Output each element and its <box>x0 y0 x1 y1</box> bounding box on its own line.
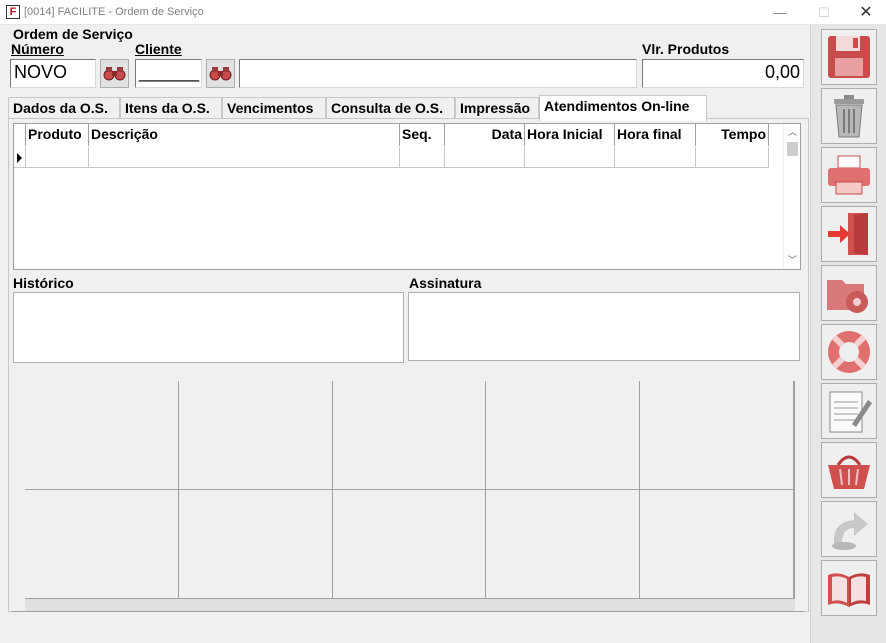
details-grid-footer <box>25 599 795 611</box>
delete-button[interactable] <box>821 88 877 144</box>
current-row-arrow-icon <box>17 153 22 163</box>
table-row[interactable] <box>14 147 769 168</box>
grid-cell <box>640 490 794 599</box>
tab-impressao[interactable]: Impressão <box>455 97 539 119</box>
column-header-seq[interactable]: Seq. <box>400 124 445 146</box>
tab-atendimentos-online[interactable]: Atendimentos On-line <box>539 95 707 121</box>
grid-cell <box>332 490 487 599</box>
row-selector-header <box>14 124 26 146</box>
notes-button[interactable] <box>821 383 877 439</box>
historico-label: Histórico <box>13 275 74 291</box>
open-book-icon <box>828 573 870 607</box>
assinatura-label: Assinatura <box>409 275 482 291</box>
numero-field[interactable]: NOVO <box>10 59 96 88</box>
cell-hora-inicial[interactable] <box>525 147 615 168</box>
right-toolbar <box>810 25 886 643</box>
section-title: Ordem de Serviço <box>13 26 133 42</box>
notepad-pencil-icon <box>829 391 872 433</box>
printer-icon <box>828 155 870 195</box>
grid-cell <box>25 381 179 490</box>
historico-textarea[interactable] <box>13 292 404 363</box>
settings-button[interactable] <box>821 265 877 321</box>
tab-consulta-os[interactable]: Consulta de O.S. <box>326 97 455 119</box>
refresh-arrow-icon <box>832 512 868 550</box>
save-button[interactable] <box>821 29 877 85</box>
cliente-name-field[interactable] <box>239 59 637 88</box>
scroll-thumb[interactable] <box>787 142 798 156</box>
scroll-up-arrow-icon[interactable]: ︿ <box>784 124 801 141</box>
main-area: Ordem de Serviço Número NOVO Cliente ___… <box>0 25 810 643</box>
grid-vertical-scrollbar[interactable]: ︿ ﹀ <box>783 124 800 269</box>
search-numero-button[interactable] <box>100 59 129 88</box>
column-header-descricao[interactable]: Descrição <box>89 124 400 146</box>
numero-label: Número <box>11 41 64 57</box>
basket-button[interactable] <box>821 442 877 498</box>
column-header-tempo[interactable]: Tempo <box>696 124 769 146</box>
refresh-button[interactable] <box>821 501 877 557</box>
cell-produto[interactable] <box>26 147 89 168</box>
cell-hora-final[interactable] <box>615 147 696 168</box>
vlr-produtos-label: Vlr. Produtos <box>642 41 730 57</box>
scroll-down-arrow-icon[interactable]: ﹀ <box>784 252 801 269</box>
grid-cell <box>486 490 641 599</box>
grid-header: Produto Descrição Seq. Data Hora Inicial… <box>14 124 769 146</box>
grid-cell <box>25 490 179 599</box>
column-header-hora-final[interactable]: Hora final <box>615 124 696 146</box>
manual-button[interactable] <box>821 560 877 616</box>
exit-door-icon <box>828 213 868 255</box>
title-bar: F [0014] FACILITE - Ordem de Serviço — ☐… <box>0 0 886 25</box>
binoculars-icon <box>209 67 232 81</box>
tab-panel: Produto Descrição Seq. Data Hora Inicial… <box>8 118 809 612</box>
grid-cell <box>486 381 641 490</box>
maximize-button[interactable]: ☐ <box>804 2 844 23</box>
signature-pad[interactable] <box>408 292 800 361</box>
close-button[interactable]: ✕ <box>846 2 886 23</box>
column-header-data[interactable]: Data <box>445 124 525 146</box>
grid-cell <box>178 381 333 490</box>
grid-cell <box>640 381 794 490</box>
tab-dados-os[interactable]: Dados da O.S. <box>8 97 120 119</box>
binoculars-icon <box>103 67 126 81</box>
details-grid <box>25 381 795 599</box>
print-button[interactable] <box>821 147 877 203</box>
app-logo-icon: F <box>6 5 20 19</box>
floppy-disk-icon <box>828 36 870 78</box>
column-header-hora-inicial[interactable]: Hora Inicial <box>525 124 615 146</box>
grid-cell <box>332 381 487 490</box>
cell-seq[interactable] <box>400 147 445 168</box>
exit-button[interactable] <box>821 206 877 262</box>
lifebuoy-icon <box>828 331 870 373</box>
trash-can-icon <box>834 95 864 138</box>
cliente-code-field[interactable]: ______ <box>135 59 202 88</box>
cell-data[interactable] <box>445 147 525 168</box>
cell-descricao[interactable] <box>89 147 400 168</box>
column-header-produto[interactable]: Produto <box>26 124 89 146</box>
atendimentos-grid[interactable]: Produto Descrição Seq. Data Hora Inicial… <box>13 123 801 270</box>
help-button[interactable] <box>821 324 877 380</box>
grid-cell <box>178 490 333 599</box>
folder-gear-icon <box>827 280 868 313</box>
cell-tempo[interactable] <box>696 147 769 168</box>
status-separator <box>12 611 804 612</box>
tab-vencimentos[interactable]: Vencimentos <box>222 97 326 119</box>
cliente-label: Cliente <box>135 41 182 57</box>
search-cliente-button[interactable] <box>206 59 235 88</box>
tab-itens-os[interactable]: Itens da O.S. <box>120 97 222 119</box>
vlr-produtos-field: 0,00 <box>642 59 804 88</box>
minimize-button[interactable]: — <box>760 2 800 23</box>
window-title: [0014] FACILITE - Ordem de Serviço <box>24 6 204 18</box>
shopping-basket-icon <box>828 455 870 489</box>
